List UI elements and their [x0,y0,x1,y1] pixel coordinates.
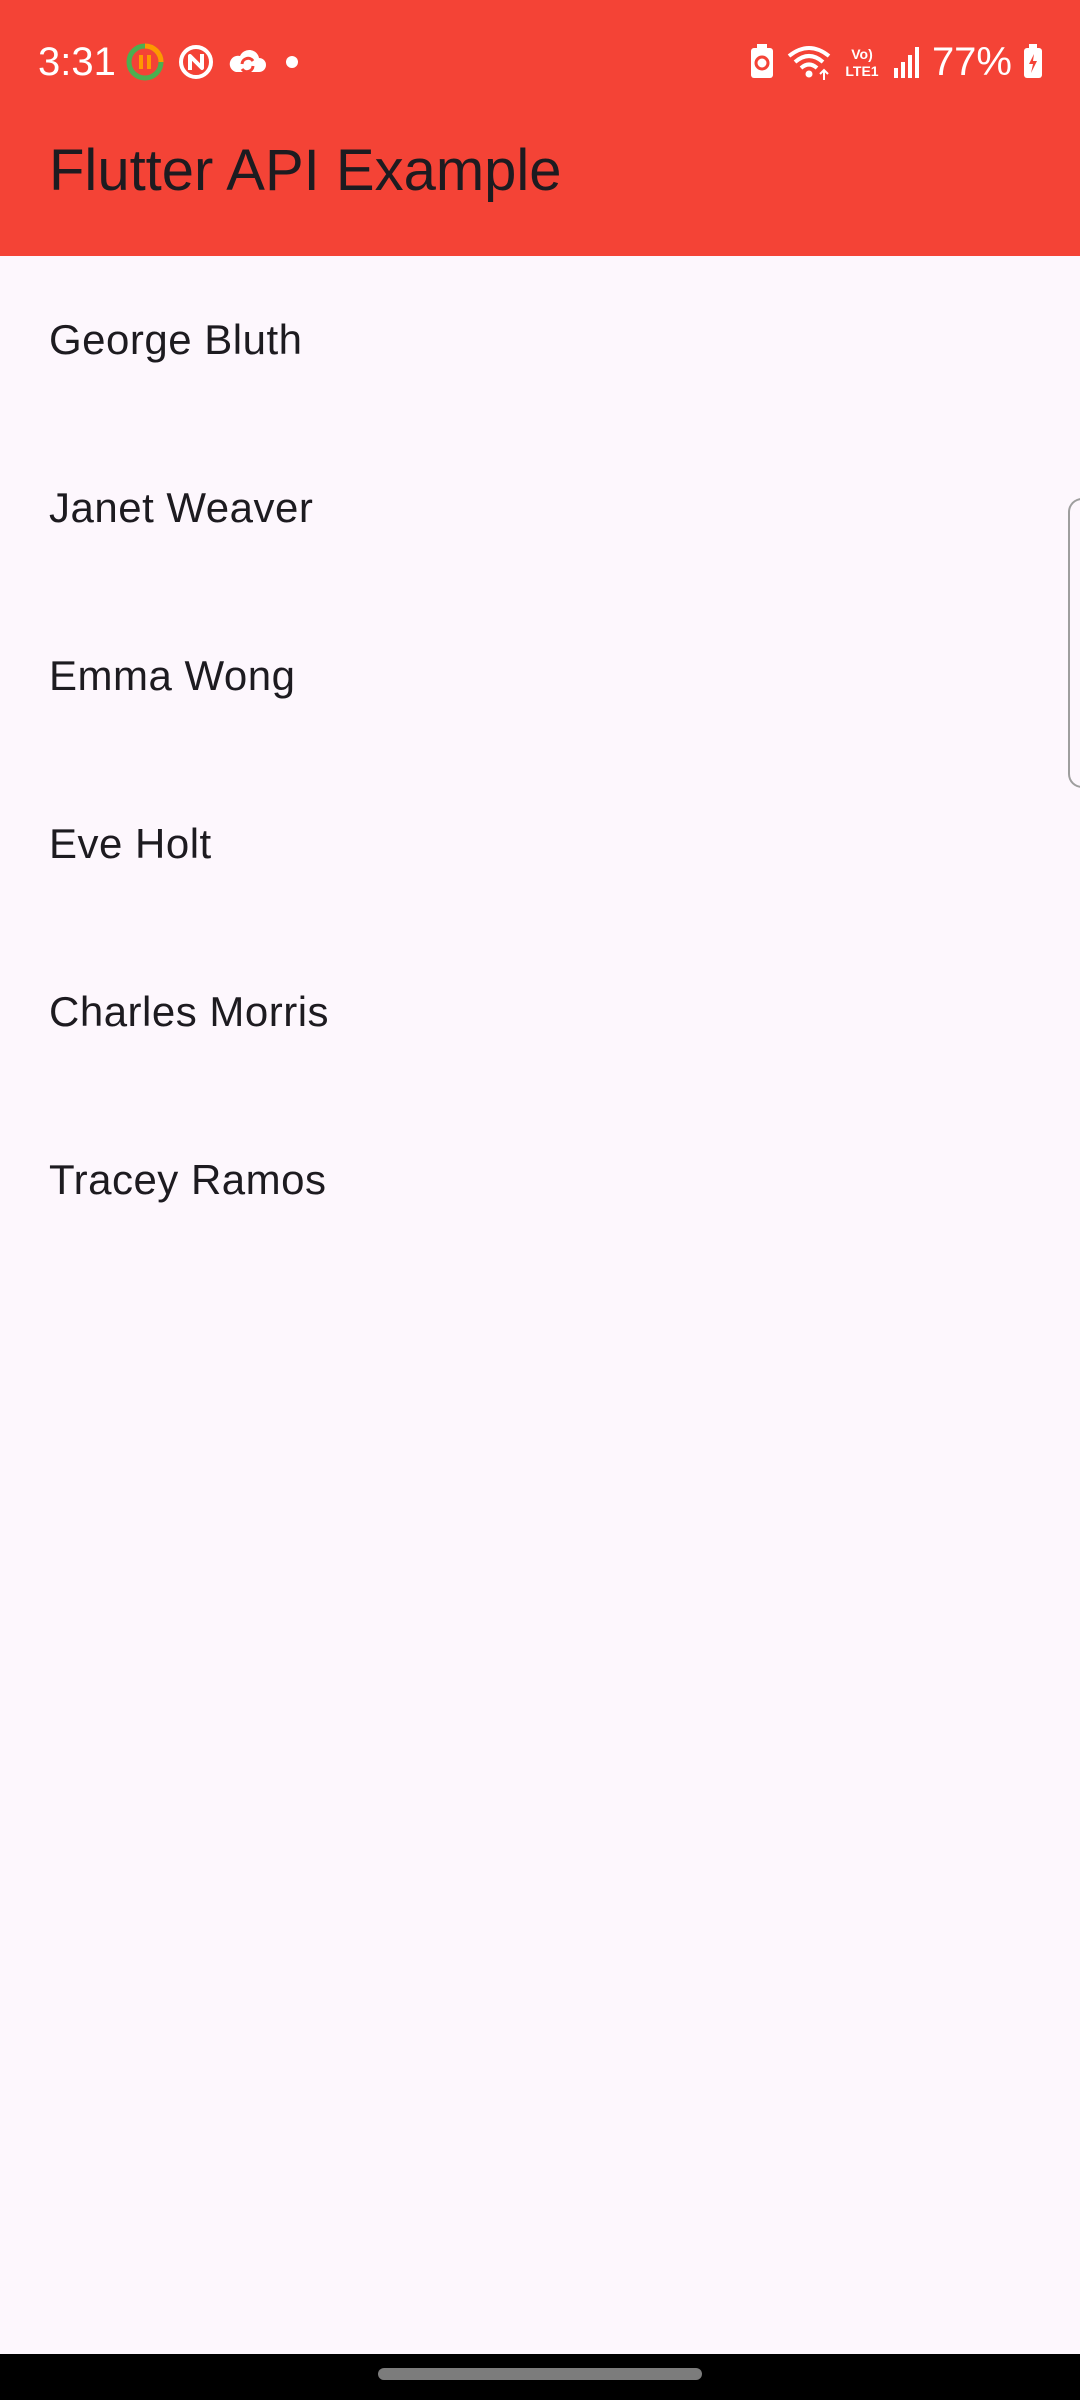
wifi-icon [787,46,831,80]
status-bar: 3:31 Vo) LTE1 77% [0,0,1080,124]
home-gesture-handle[interactable] [378,2368,702,2380]
list-item[interactable]: Janet Weaver [0,424,1080,592]
list-item[interactable]: Emma Wong [0,592,1080,760]
battery-percent: 77% [931,40,1012,84]
list-item[interactable]: Eve Holt [0,760,1080,928]
signal-icon [893,47,919,78]
edge-panel-handle[interactable] [1068,498,1080,788]
user-list: George Bluth Janet Weaver Emma Wong Eve … [0,256,1080,1264]
app-notification-icon [179,45,213,79]
list-item[interactable]: George Bluth [0,256,1080,424]
dot-icon [286,56,298,68]
navigation-bar [0,2354,1080,2400]
status-time: 3:31 [38,40,116,84]
page-title: Flutter API Example [49,138,562,203]
list-item[interactable]: Tracey Ramos [0,1096,1080,1264]
vpn-app-icon [126,43,164,81]
battery-icon [1024,44,1042,78]
battery-saver-icon [750,44,773,78]
svg-text:Vo): Vo) [851,46,873,62]
cloud-sync-icon [229,49,266,74]
app-header: 3:31 Vo) LTE1 77% Flutter API Example [0,0,1080,256]
list-item[interactable]: Charles Morris [0,928,1080,1096]
volte-icon: Vo) LTE1 [845,46,878,79]
status-right-icons: Vo) LTE1 77% [748,38,1044,86]
status-left-icons [124,42,304,82]
svg-text:LTE1: LTE1 [845,63,878,79]
